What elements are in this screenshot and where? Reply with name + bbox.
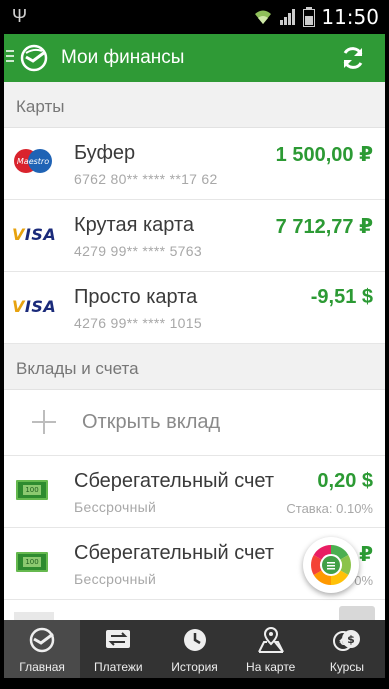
card-balance: 7 712,77 ₽ bbox=[275, 216, 373, 238]
battery-icon bbox=[303, 7, 316, 27]
svg-text:$: $ bbox=[347, 633, 355, 646]
banknote-icon: 100 bbox=[16, 552, 48, 572]
sber-logo-icon bbox=[29, 627, 55, 653]
wifi-icon bbox=[255, 10, 272, 24]
banknote-icon: 100 bbox=[16, 480, 48, 500]
nav-label: На карте bbox=[246, 660, 296, 674]
plus-icon bbox=[32, 410, 56, 434]
sber-logo-icon[interactable] bbox=[20, 44, 48, 72]
nav-history[interactable]: История bbox=[156, 620, 232, 678]
card-number: 4276 99** **** 1015 bbox=[74, 315, 202, 331]
account-name: Сберегательный счет bbox=[74, 470, 275, 492]
app-title: Мои финансы bbox=[61, 47, 185, 68]
screen-edge-right bbox=[385, 34, 389, 678]
card-name: Буфер bbox=[74, 142, 136, 164]
menu-icon[interactable] bbox=[6, 50, 14, 66]
account-rate: Ставка: 0.10% bbox=[286, 501, 373, 516]
screen-edge-bottom bbox=[0, 678, 389, 689]
nav-label: Платежи bbox=[93, 660, 143, 674]
bottom-navigation: Главная Платежи История На карте € $ К bbox=[4, 620, 385, 678]
account-name: Сберегательный счет bbox=[74, 542, 275, 564]
map-pin-icon bbox=[257, 626, 284, 653]
open-deposit-button[interactable]: Открыть вклад bbox=[4, 390, 385, 456]
partial-text bbox=[14, 612, 54, 620]
signal-icon bbox=[280, 9, 296, 25]
card-balance: 1 500,00 ₽ bbox=[275, 144, 373, 166]
card-number: 4279 99** **** 5763 bbox=[74, 243, 202, 259]
currency-icon: € $ bbox=[332, 630, 360, 651]
nav-label: История bbox=[171, 660, 218, 674]
card-row-bufer[interactable]: Maestro Буфер 6762 80** **** **17 62 1 5… bbox=[4, 128, 385, 200]
pie-chart-icon bbox=[311, 545, 351, 585]
visa-logo-icon: VISA bbox=[12, 225, 57, 244]
open-deposit-label: Открыть вклад bbox=[82, 411, 221, 433]
usb-icon: Ψ bbox=[12, 6, 28, 26]
account-balance: ₽ bbox=[359, 544, 373, 566]
account-balance: 0,20 $ bbox=[317, 470, 373, 492]
clock-icon bbox=[183, 629, 206, 651]
nav-map[interactable]: На карте bbox=[233, 620, 309, 678]
card-name: Просто карта bbox=[74, 286, 198, 308]
partial-button bbox=[339, 606, 375, 620]
visa-logo-icon: VISA bbox=[12, 297, 57, 316]
account-row[interactable]: 100 Сберегательный счет Бессрочный 0,20 … bbox=[4, 456, 385, 528]
card-row-prosto[interactable]: VISA Просто карта 4276 99** **** 1015 -9… bbox=[4, 272, 385, 344]
nav-payments[interactable]: Платежи bbox=[80, 620, 156, 678]
cards-section-header: Карты bbox=[4, 82, 385, 128]
nav-rates[interactable]: € $ Курсы bbox=[309, 620, 385, 678]
clock-time: 11:50 bbox=[321, 5, 379, 29]
card-row-krutaya[interactable]: VISA Крутая карта 4279 99** **** 5763 7 … bbox=[4, 200, 385, 272]
status-bar: Ψ 11:50 bbox=[0, 0, 389, 34]
maestro-logo-icon: Maestro bbox=[14, 149, 52, 173]
nav-label: Курсы bbox=[329, 660, 364, 674]
nav-label: Главная bbox=[19, 660, 65, 674]
card-number: 6762 80** **** **17 62 bbox=[74, 171, 218, 187]
card-balance: -9,51 $ bbox=[310, 286, 373, 308]
app-bar: Мои финансы bbox=[4, 34, 385, 82]
expenses-chart-button[interactable] bbox=[303, 537, 359, 593]
nav-main[interactable]: Главная bbox=[4, 620, 81, 678]
svg-text:Maestro: Maestro bbox=[17, 157, 49, 166]
refresh-icon[interactable] bbox=[339, 44, 367, 72]
account-term: Бессрочный bbox=[74, 499, 157, 515]
account-term: Бессрочный bbox=[74, 571, 157, 587]
deposits-section-header: Вклады и счета bbox=[4, 344, 385, 390]
transfer-icon bbox=[106, 630, 131, 648]
list-item-partial[interactable] bbox=[4, 600, 385, 620]
card-name: Крутая карта bbox=[74, 214, 195, 236]
